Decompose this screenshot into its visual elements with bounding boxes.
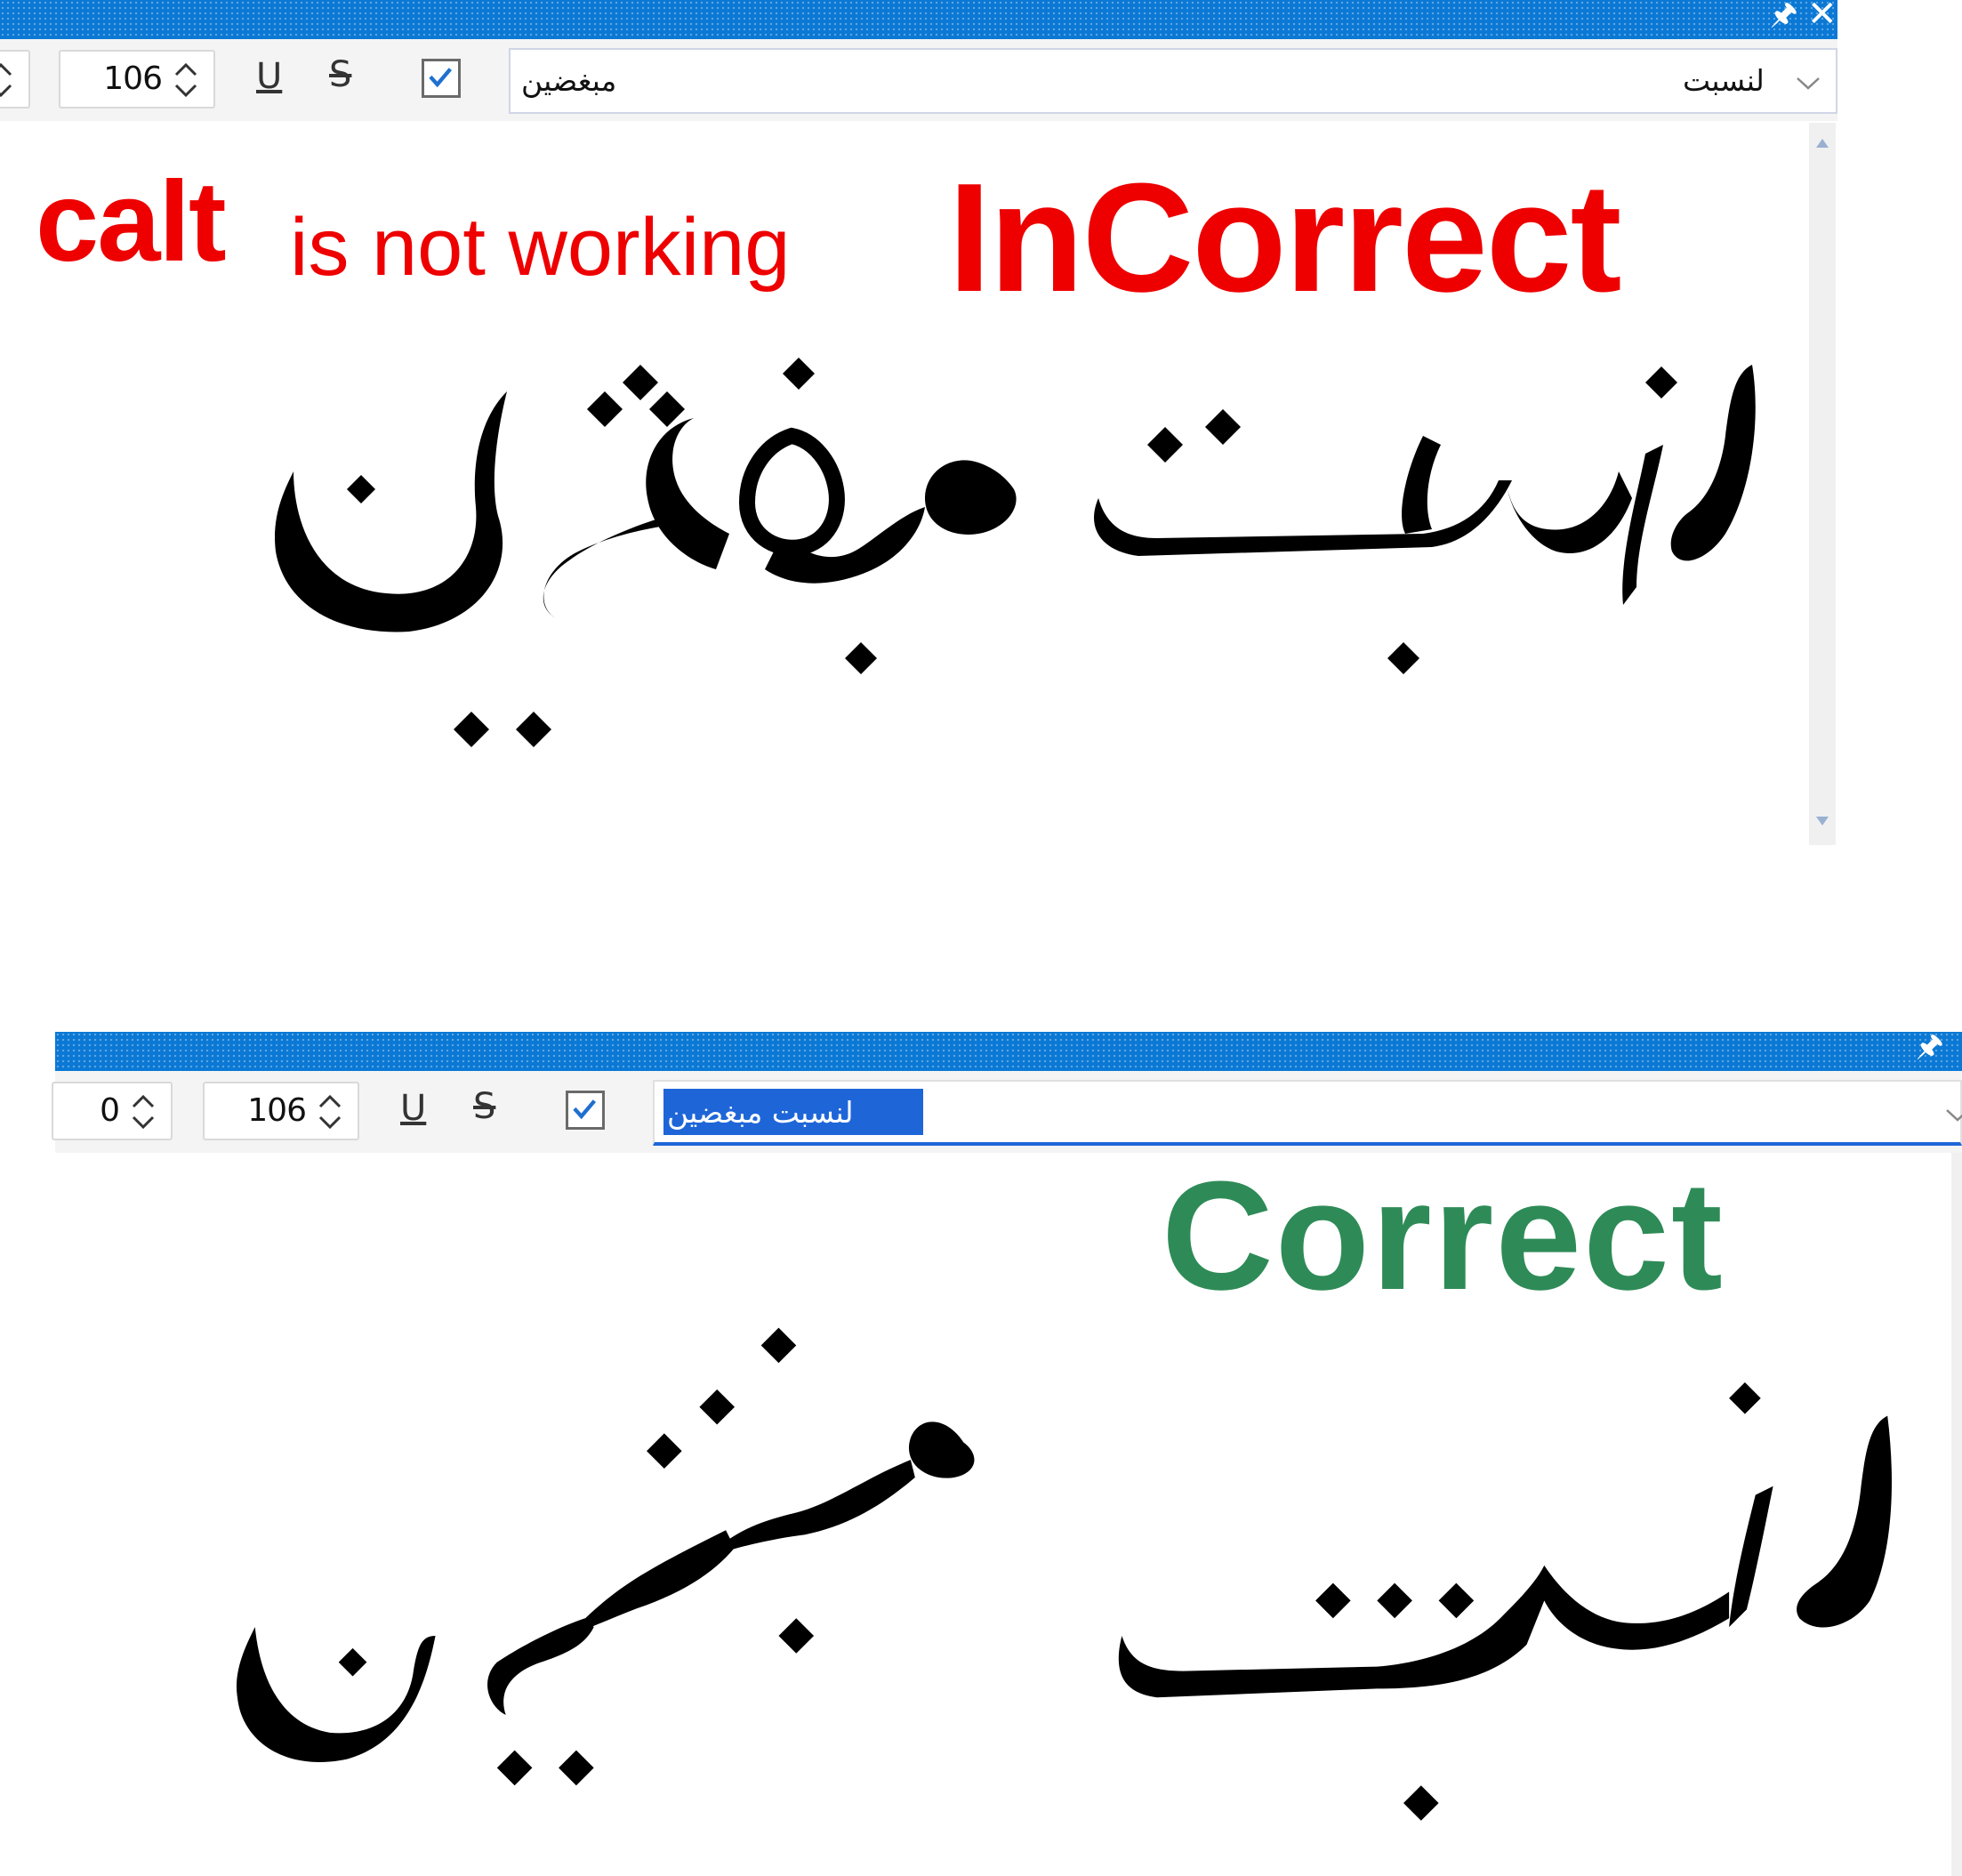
- incorrect-rendering-image: [275, 358, 1756, 747]
- bottom-toolbar: 0 106 U S لنسبت مبغضين: [52, 1071, 1962, 1153]
- chevron-down-icon[interactable]: [1795, 75, 1821, 93]
- top-scrollbar[interactable]: [1809, 123, 1836, 845]
- preview-word-left: مبغضين: [521, 63, 617, 98]
- top-titlebar: 🖈 ✕: [0, 0, 1837, 39]
- correct-rendering-image: [236, 1327, 1892, 1821]
- bottom-preview-panel: 🖈 0 106 U S لنسبت مبغضين Correct: [52, 1028, 1962, 1876]
- offset-value[interactable]: 0: [100, 1083, 120, 1139]
- spin-arrows-icon[interactable]: [0, 57, 16, 103]
- offset-spinner[interactable]: [0, 50, 30, 109]
- bottom-titlebar: 🖈: [55, 1028, 1962, 1071]
- underline-button[interactable]: U: [256, 50, 282, 103]
- pin-icon[interactable]: 🖈: [1916, 1027, 1943, 1066]
- scroll-down-icon[interactable]: [1809, 813, 1836, 831]
- close-icon[interactable]: ✕: [1807, 0, 1837, 34]
- font-size-spinner[interactable]: 106: [59, 50, 215, 109]
- chevron-down-icon[interactable]: [1944, 1107, 1962, 1124]
- spin-arrows-icon[interactable]: [315, 1089, 345, 1135]
- not-working-label: is not working: [290, 202, 791, 293]
- top-preview-panel: 🖈 ✕ 106 U S مبغضين لنسبت calt is not wor…: [0, 0, 1837, 845]
- incorrect-verdict: InCorrect: [948, 150, 1621, 324]
- strikethrough-button[interactable]: S: [473, 1080, 495, 1133]
- offset-spinner[interactable]: 0: [52, 1082, 173, 1140]
- top-toolbar: 106 U S مبغضين لنسبت: [0, 39, 1837, 121]
- bottom-scrollbar[interactable]: [1951, 1153, 1962, 1876]
- checkbox-icon[interactable]: [422, 59, 461, 98]
- checkbox-icon[interactable]: [566, 1091, 605, 1130]
- spin-arrows-icon[interactable]: [171, 57, 201, 103]
- font-size-value[interactable]: 106: [103, 52, 163, 107]
- preview-word-right: لنسبت: [1683, 63, 1765, 98]
- preview-text-selected[interactable]: لنسبت مبغضين: [667, 1087, 854, 1139]
- font-size-spinner[interactable]: 106: [203, 1082, 359, 1140]
- preview-text-combo[interactable]: مبغضين لنسبت: [509, 48, 1837, 114]
- scroll-up-icon[interactable]: [1809, 133, 1836, 151]
- preview-text-combo[interactable]: لنسبت مبغضين: [653, 1080, 1962, 1146]
- strikethrough-button[interactable]: S: [329, 48, 351, 101]
- calt-label: calt: [36, 158, 227, 286]
- underline-button[interactable]: U: [400, 1082, 426, 1135]
- font-size-value[interactable]: 106: [247, 1083, 307, 1139]
- spin-arrows-icon[interactable]: [128, 1089, 158, 1135]
- pin-icon[interactable]: 🖈: [1770, 0, 1797, 34]
